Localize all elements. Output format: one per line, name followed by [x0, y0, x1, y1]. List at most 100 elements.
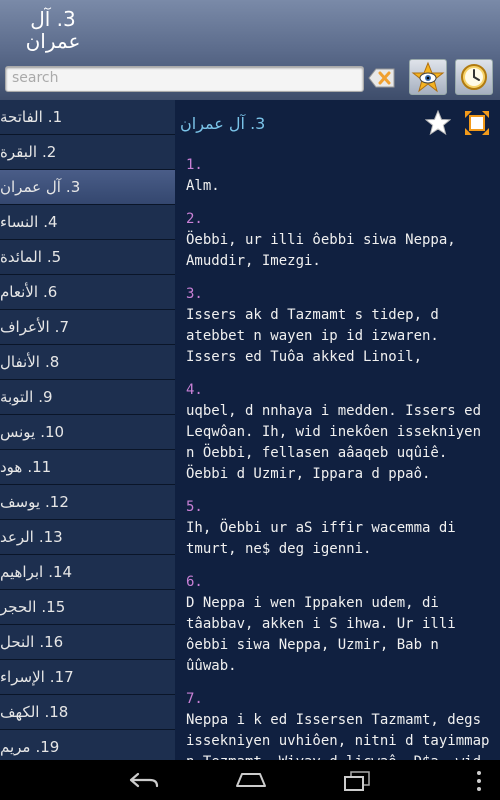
verse: 5. Ih, Öebbi ur aS iffir wacemma di tmurt… — [186, 497, 491, 560]
verse-text: Alm. — [186, 178, 220, 194]
app-title-line2: عمران — [25, 29, 81, 53]
sidebar-item[interactable]: .2 البقرة — [0, 135, 175, 170]
sidebar-item[interactable]: .7 الأعراف — [0, 310, 175, 345]
star-icon — [424, 109, 452, 136]
verse-number: 7. — [186, 691, 203, 707]
verse: 1. Alm. — [186, 155, 491, 197]
reader-pane: 3. آل عمران 1. Alm. 2. Öebbi, ur illi ôebbi… — [175, 100, 500, 760]
history-button[interactable] — [455, 59, 493, 95]
verse-text: Öebbi, ur illi ôebbi siwa Neppa, Amuddir… — [186, 232, 456, 269]
clock-icon — [461, 64, 487, 90]
verse: 4. uqbel, d nnhaya i medden. Issers ed Le… — [186, 380, 491, 485]
search-box[interactable] — [5, 66, 364, 92]
sidebar-item-label: هود — [0, 458, 23, 476]
sidebar-item-number: .19 — [35, 738, 60, 756]
overflow-menu-icon[interactable] — [474, 770, 484, 792]
sidebar-item[interactable]: .10 يونس — [0, 415, 175, 450]
sidebar-item[interactable]: .17 الإسراء — [0, 660, 175, 695]
fullscreen-button[interactable] — [464, 110, 490, 136]
expand-icon — [465, 111, 489, 135]
sidebar-item-label: الفاتحة — [0, 108, 43, 126]
sidebar-item[interactable]: .13 الرعد — [0, 520, 175, 555]
verse-number: 4. — [186, 382, 203, 398]
sidebar-item-label: الأنفال — [0, 353, 40, 371]
sidebar-item[interactable]: .5 المائدة — [0, 240, 175, 275]
sidebar-item[interactable]: .1 الفاتحة — [0, 100, 175, 135]
sidebar-item[interactable]: .9 التوبة — [0, 380, 175, 415]
sidebar-item-number: .11 — [27, 458, 52, 476]
sidebar-item-number: .17 — [49, 668, 74, 686]
sidebar-item-label: آل عمران — [0, 178, 61, 196]
verse-text: Issers ak d Tazmamt s tidep, d atebbet n… — [186, 307, 439, 365]
verse-list: 1. Alm. 2. Öebbi, ur illi ôebbi siwa Neppa,… — [186, 155, 491, 760]
sidebar-item-number: .2 — [42, 143, 57, 161]
sidebar-item[interactable]: .6 الأنعام — [0, 275, 175, 310]
sidebar-item-number: .3 — [65, 178, 81, 196]
sidebar-item-label: الكهف — [0, 703, 40, 721]
sidebar-item-number: .1 — [47, 108, 63, 126]
sidebar-item-label: الأنعام — [0, 283, 38, 301]
sidebar-item[interactable]: .3 آل عمران — [0, 170, 175, 205]
sidebar-item-label: المائدة — [0, 248, 42, 266]
sidebar-item-number: .4 — [43, 213, 58, 231]
sidebar-item-label: الأعراف — [0, 318, 50, 336]
sidebar-item-number: .6 — [43, 283, 58, 301]
chapter-list[interactable]: .1 الفاتحة .2 البقرة .3 آل عمران .4 النساء .5 الم… — [0, 100, 175, 760]
clear-search-button[interactable] — [368, 66, 396, 90]
sidebar-item-label: يونس — [0, 423, 36, 441]
verse: 2. Öebbi, ur illi ôebbi siwa Neppa, Amudd… — [186, 209, 491, 272]
sidebar-item-label: الحجر — [0, 598, 37, 616]
sidebar-item-label: التوبة — [0, 388, 34, 406]
sidebar-item[interactable]: .14 ابراهيم — [0, 555, 175, 590]
reader-header: 3. آل عمران — [175, 100, 500, 146]
sidebar-item[interactable]: .11 هود — [0, 450, 175, 485]
verse-number: 1. — [186, 157, 203, 173]
sidebar-item-label: النحل — [0, 633, 35, 651]
chapter-title: 3. آل عمران — [180, 114, 266, 133]
sidebar-item-number: .15 — [41, 598, 66, 616]
verse-text: Ih, Öebbi ur aS iffir wacemma di tmurt, … — [186, 520, 456, 557]
sidebar-item[interactable]: .15 الحجر — [0, 590, 175, 625]
app-header: 3. آل عمران — [0, 0, 500, 100]
verse-number: 6. — [186, 574, 203, 590]
verse: 7. Neppa i k ed Issersen Tazmamt, degs is… — [186, 689, 491, 760]
bookmark-button[interactable] — [424, 109, 452, 136]
app-title-line1: 3. آل — [30, 7, 76, 31]
sidebar-item[interactable]: .16 النحل — [0, 625, 175, 660]
sidebar-item-label: الإسراء — [0, 668, 45, 686]
sidebar-item-label: ابراهيم — [0, 563, 44, 581]
verse-number: 2. — [186, 211, 203, 227]
verse-text: D Neppa i wen Ippaken udem, di tâabbav, … — [186, 595, 456, 674]
sidebar-item-number: .9 — [38, 388, 53, 406]
sidebar-item-label: النساء — [0, 213, 39, 231]
verse-text: uqbel, d nnhaya i medden. Issers ed Leqw… — [186, 403, 482, 482]
app-title: 3. آل عمران — [10, 8, 96, 52]
favorites-button[interactable] — [409, 59, 447, 95]
sidebar-item-label: يوسف — [0, 493, 41, 511]
sidebar-item-label: الرعد — [0, 528, 34, 546]
sidebar-item-number: .8 — [44, 353, 60, 371]
verse: 3. Issers ak d Tazmamt s tidep, d atebbet… — [186, 284, 491, 368]
verse: 6. D Neppa i wen Ippaken udem, di tâabbav… — [186, 572, 491, 677]
sidebar-item[interactable]: .12 يوسف — [0, 485, 175, 520]
sidebar-item[interactable]: .4 النساء — [0, 205, 175, 240]
system-nav-bar — [0, 760, 500, 800]
sidebar-item-number: .14 — [48, 563, 73, 581]
sidebar-item-number: .18 — [44, 703, 69, 721]
home-icon[interactable] — [234, 770, 268, 790]
sidebar-item[interactable]: .8 الأنفال — [0, 345, 175, 380]
sidebar-item-number: .12 — [45, 493, 69, 511]
sidebar-item[interactable]: .19 مريم — [0, 730, 175, 760]
eye-star-icon — [411, 61, 445, 93]
sidebar-item-number: .13 — [38, 528, 63, 546]
sidebar-item[interactable]: .18 الكهف — [0, 695, 175, 730]
recent-apps-icon[interactable] — [342, 770, 372, 792]
sidebar-item-label: البقرة — [0, 143, 37, 161]
sidebar-item-number: .5 — [46, 248, 62, 266]
verse-number: 5. — [186, 499, 203, 515]
sidebar-item-label: مريم — [0, 738, 31, 756]
back-icon[interactable] — [128, 770, 160, 790]
verse-number: 3. — [186, 286, 203, 302]
sidebar-item-number: .10 — [40, 423, 65, 441]
search-input[interactable] — [6, 67, 358, 89]
